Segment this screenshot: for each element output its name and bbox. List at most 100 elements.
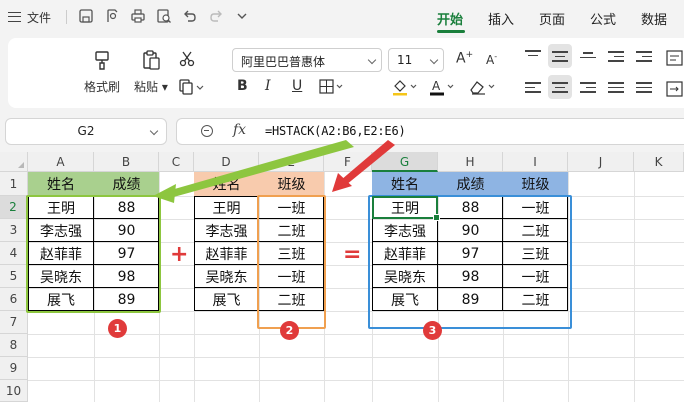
hamburger-icon <box>8 12 21 22</box>
table-header-cell: 姓名 <box>372 172 438 196</box>
tab-formulas[interactable]: 公式 <box>590 9 616 28</box>
print-icon[interactable] <box>129 8 147 26</box>
equals-sign: = <box>343 242 362 267</box>
plus-sign: + <box>170 242 189 267</box>
align-top-icon[interactable] <box>525 50 541 64</box>
format-painter-label: 格式刷 <box>84 80 121 94</box>
source-range-outline-2 <box>257 195 326 329</box>
increase-font-size-icon[interactable]: A+ <box>456 50 473 67</box>
tab-page[interactable]: 页面 <box>539 9 565 28</box>
clear-format-icon[interactable] <box>466 78 498 96</box>
row-header-2[interactable]: 2 <box>0 196 28 219</box>
cell-border <box>194 196 259 219</box>
column-header-c[interactable]: C <box>159 152 194 172</box>
active-tab-indicator <box>437 30 465 33</box>
insert-function-icon[interactable]: fx <box>233 122 246 138</box>
font-size-select[interactable]: 11 <box>388 48 444 72</box>
quick-access-dropdown-icon[interactable] <box>233 8 251 26</box>
name-box[interactable]: G2 <box>5 118 167 145</box>
row-header-3[interactable]: 3 <box>0 219 28 242</box>
decrease-font-size-icon[interactable]: A- <box>486 52 497 67</box>
paste-label: 粘贴 ▾ <box>134 80 168 94</box>
spreadsheet-app: 文件 开始 插入 页面 公式 数据 格式刷 粘贴 ▾ 阿里巴巴普惠体 11 A+… <box>0 0 684 402</box>
italic-icon[interactable]: I <box>265 78 271 94</box>
column-header-f[interactable]: F <box>324 152 372 172</box>
column-header-b[interactable]: B <box>94 152 159 172</box>
row-header-1[interactable]: 1 <box>0 172 28 196</box>
row-header-6[interactable]: 6 <box>0 288 28 311</box>
column-header-k[interactable]: K <box>634 152 684 172</box>
align-right-icon[interactable] <box>580 82 596 96</box>
align-middle-icon[interactable] <box>552 51 568 65</box>
column-header-j[interactable]: J <box>568 152 634 172</box>
sheet-grid: A B C D E F G H I J K 1 2 3 4 5 6 7 8 9 10 姓名 成绩 王明 88 李志强 90 赵菲菲 97… <box>0 152 684 402</box>
row-header-8[interactable]: 8 <box>0 334 28 357</box>
undo-icon[interactable] <box>181 8 199 26</box>
select-all-corner[interactable] <box>0 152 28 172</box>
menu-separator <box>66 10 67 24</box>
export-pdf-icon[interactable] <box>103 8 121 26</box>
formula-input[interactable]: =HSTACK(A2:B6,E2:E6) <box>265 124 406 138</box>
align-bottom-icon[interactable] <box>580 52 596 66</box>
redo-icon[interactable] <box>207 8 225 26</box>
font-name-select[interactable]: 阿里巴巴普惠体 <box>232 48 382 72</box>
gridline-horizontal <box>28 334 684 335</box>
table-header-cell: 班级 <box>503 172 568 196</box>
paste-button[interactable]: 粘贴 ▾ <box>134 48 168 95</box>
align-left-icon[interactable] <box>525 82 541 96</box>
wrap-text-icon[interactable] <box>664 49 684 67</box>
column-header-e[interactable]: E <box>259 152 324 172</box>
svg-text:A: A <box>432 79 441 93</box>
merge-cells-icon[interactable] <box>664 80 684 98</box>
chevron-down-icon <box>149 126 159 136</box>
save-icon[interactable] <box>77 8 95 26</box>
format-painter-button[interactable]: 格式刷 <box>84 48 120 95</box>
row-header-10[interactable]: 10 <box>0 380 28 402</box>
cut-icon[interactable] <box>177 50 197 70</box>
fill-color-icon[interactable] <box>390 78 420 96</box>
font-color-icon[interactable]: A <box>427 78 457 96</box>
gridline-vertical <box>634 172 635 402</box>
tab-data[interactable]: 数据 <box>641 9 667 28</box>
row-header-9[interactable]: 9 <box>0 357 28 380</box>
file-menu[interactable]: 文件 <box>8 8 51 26</box>
print-preview-icon[interactable] <box>155 8 173 26</box>
justify-icon[interactable] <box>608 82 624 96</box>
row-header-4[interactable]: 4 <box>0 242 28 265</box>
align-center-icon[interactable] <box>552 82 568 96</box>
borders-icon[interactable] <box>318 79 346 97</box>
cell-border <box>194 242 259 265</box>
tab-insert[interactable]: 插入 <box>488 9 514 28</box>
font-name-value: 阿里巴巴普惠体 <box>241 55 326 69</box>
font-size-value: 11 <box>397 53 413 67</box>
distributed-align-icon[interactable] <box>636 82 652 96</box>
gridline-horizontal <box>28 380 684 381</box>
format-painter-icon <box>95 51 109 70</box>
menu-bar: 文件 开始 插入 页面 公式 数据 <box>0 0 684 34</box>
active-cell-g2[interactable] <box>372 196 440 221</box>
step-badge-3: 3 <box>423 321 442 340</box>
table-header-cell: 姓名 <box>28 172 94 196</box>
tab-home[interactable]: 开始 <box>437 9 463 28</box>
increase-indent-icon[interactable] <box>636 51 652 65</box>
column-header-h[interactable]: H <box>438 152 503 172</box>
column-header-d[interactable]: D <box>194 152 259 172</box>
zoom-icon[interactable] <box>201 125 213 137</box>
row-header-5[interactable]: 5 <box>0 265 28 288</box>
decrease-indent-icon[interactable] <box>608 51 624 65</box>
copy-icon[interactable] <box>177 78 207 98</box>
column-header-a[interactable]: A <box>28 152 94 172</box>
gridline-horizontal <box>28 357 684 358</box>
step-badge-2: 2 <box>280 321 299 340</box>
column-header-i[interactable]: I <box>503 152 568 172</box>
cell-border <box>194 265 259 288</box>
step-badge-1: 1 <box>108 319 127 338</box>
paste-icon <box>143 50 160 70</box>
column-header-g[interactable]: G <box>372 152 438 172</box>
cell-border <box>194 288 259 311</box>
bold-icon[interactable]: B <box>237 78 248 94</box>
formula-bar[interactable]: fx =HSTACK(A2:B6,E2:E6) <box>176 118 684 145</box>
row-header-7[interactable]: 7 <box>0 311 28 334</box>
source-range-outline-1 <box>26 195 161 313</box>
underline-icon[interactable]: U <box>292 78 302 94</box>
